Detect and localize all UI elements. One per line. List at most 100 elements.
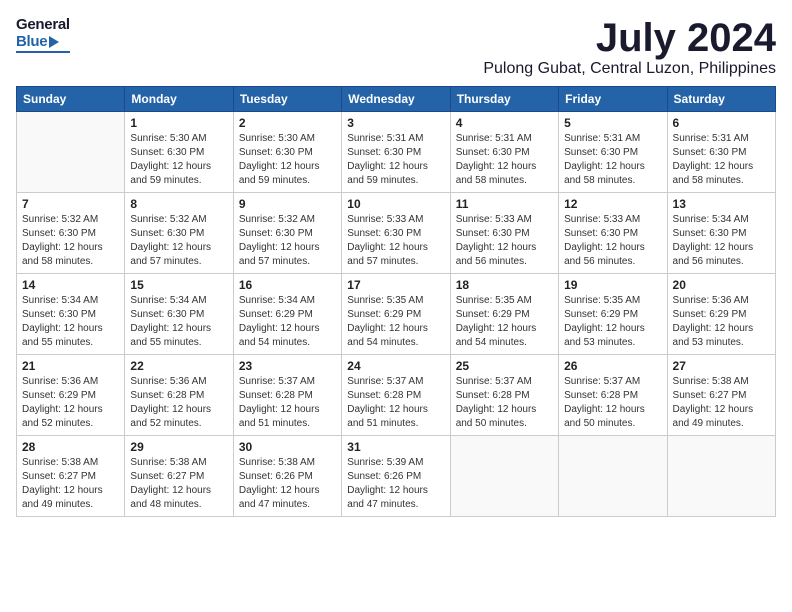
day-header-friday: Friday <box>559 87 667 112</box>
calendar-cell: 1 Sunrise: 5:30 AM Sunset: 6:30 PM Daylig… <box>125 112 233 193</box>
day-number: 29 <box>130 440 227 454</box>
month-title: July 2024 <box>483 16 776 60</box>
day-header-saturday: Saturday <box>667 87 775 112</box>
calendar-cell: 12 Sunrise: 5:33 AM Sunset: 6:30 PM Dayli… <box>559 193 667 274</box>
calendar-cell: 7 Sunrise: 5:32 AM Sunset: 6:30 PM Daylig… <box>17 193 125 274</box>
day-number: 26 <box>564 359 661 373</box>
logo: General Blue <box>16 16 70 53</box>
calendar-cell: 22Sunrise: 5:36 AM Sunset: 6:28 PM Dayli… <box>125 355 233 436</box>
calendar-cell: 25 Sunrise: 5:37 AM Sunset: 6:28 PM Dayli… <box>450 355 558 436</box>
day-header-monday: Monday <box>125 87 233 112</box>
day-info: Sunrise: 5:35 AM Sunset: 6:29 PM Dayligh… <box>347 294 444 350</box>
calendar-cell: 2 Sunrise: 5:30 AM Sunset: 6:30 PM Daylig… <box>233 112 341 193</box>
calendar-cell: 3Sunrise: 5:31 AM Sunset: 6:30 PM Daylig… <box>342 112 450 193</box>
calendar-cell: 10 Sunrise: 5:33 AM Sunset: 6:30 PM Dayli… <box>342 193 450 274</box>
calendar-cell: 21Sunrise: 5:36 AM Sunset: 6:29 PM Dayli… <box>17 355 125 436</box>
day-number: 20 <box>673 278 770 292</box>
day-info: Sunrise: 5:33 AM Sunset: 6:30 PM Dayligh… <box>456 213 553 269</box>
day-info: Sunrise: 5:34 AM Sunset: 6:30 PM Dayligh… <box>130 294 227 350</box>
calendar-cell: 5Sunrise: 5:31 AM Sunset: 6:30 PM Daylig… <box>559 112 667 193</box>
calendar-cell: 19 Sunrise: 5:35 AM Sunset: 6:29 PM Dayli… <box>559 274 667 355</box>
calendar-week-1: 1 Sunrise: 5:30 AM Sunset: 6:30 PM Daylig… <box>17 112 776 193</box>
location-title: Pulong Gubat, Central Luzon, Philippines <box>483 60 776 78</box>
calendar-cell: 15 Sunrise: 5:34 AM Sunset: 6:30 PM Dayli… <box>125 274 233 355</box>
calendar-cell <box>559 436 667 517</box>
day-number: 10 <box>347 197 444 211</box>
day-number: 16 <box>239 278 336 292</box>
day-number: 19 <box>564 278 661 292</box>
day-info: Sunrise: 5:30 AM Sunset: 6:30 PM Dayligh… <box>239 132 336 188</box>
day-number: 8 <box>130 197 227 211</box>
calendar-week-4: 21Sunrise: 5:36 AM Sunset: 6:29 PM Dayli… <box>17 355 776 436</box>
calendar-cell: 30Sunrise: 5:38 AM Sunset: 6:26 PM Dayli… <box>233 436 341 517</box>
logo-blue-text: Blue <box>16 33 47 50</box>
calendar-cell: 11 Sunrise: 5:33 AM Sunset: 6:30 PM Dayli… <box>450 193 558 274</box>
day-header-sunday: Sunday <box>17 87 125 112</box>
calendar-cell: 29 Sunrise: 5:38 AM Sunset: 6:27 PM Dayli… <box>125 436 233 517</box>
logo-blue-row: Blue <box>16 33 59 50</box>
logo-arrow-icon <box>49 36 59 48</box>
calendar-table: SundayMondayTuesdayWednesdayThursdayFrid… <box>16 86 776 517</box>
day-number: 24 <box>347 359 444 373</box>
day-number: 28 <box>22 440 119 454</box>
calendar-cell <box>667 436 775 517</box>
calendar-cell <box>450 436 558 517</box>
day-number: 14 <box>22 278 119 292</box>
day-info: Sunrise: 5:31 AM Sunset: 6:30 PM Dayligh… <box>456 132 553 188</box>
day-number: 1 <box>130 116 227 130</box>
day-info: Sunrise: 5:38 AM Sunset: 6:27 PM Dayligh… <box>673 375 770 431</box>
logo-general-text: General <box>16 16 70 33</box>
calendar-cell: 27 Sunrise: 5:38 AM Sunset: 6:27 PM Dayli… <box>667 355 775 436</box>
day-number: 25 <box>456 359 553 373</box>
day-number: 7 <box>22 197 119 211</box>
calendar-cell: 8Sunrise: 5:32 AM Sunset: 6:30 PM Daylig… <box>125 193 233 274</box>
calendar-cell <box>17 112 125 193</box>
day-info: Sunrise: 5:36 AM Sunset: 6:29 PM Dayligh… <box>673 294 770 350</box>
day-number: 30 <box>239 440 336 454</box>
calendar-cell: 17 Sunrise: 5:35 AM Sunset: 6:29 PM Dayli… <box>342 274 450 355</box>
day-number: 27 <box>673 359 770 373</box>
calendar-cell: 14 Sunrise: 5:34 AM Sunset: 6:30 PM Dayli… <box>17 274 125 355</box>
day-info: Sunrise: 5:38 AM Sunset: 6:27 PM Dayligh… <box>130 456 227 512</box>
day-number: 12 <box>564 197 661 211</box>
day-number: 13 <box>673 197 770 211</box>
day-info: Sunrise: 5:33 AM Sunset: 6:30 PM Dayligh… <box>347 213 444 269</box>
calendar-header-row: SundayMondayTuesdayWednesdayThursdayFrid… <box>17 87 776 112</box>
day-info: Sunrise: 5:38 AM Sunset: 6:27 PM Dayligh… <box>22 456 119 512</box>
day-header-thursday: Thursday <box>450 87 558 112</box>
day-info: Sunrise: 5:37 AM Sunset: 6:28 PM Dayligh… <box>456 375 553 431</box>
day-info: Sunrise: 5:33 AM Sunset: 6:30 PM Dayligh… <box>564 213 661 269</box>
calendar-cell: 16 Sunrise: 5:34 AM Sunset: 6:29 PM Dayli… <box>233 274 341 355</box>
day-header-wednesday: Wednesday <box>342 87 450 112</box>
day-number: 11 <box>456 197 553 211</box>
day-number: 15 <box>130 278 227 292</box>
day-number: 31 <box>347 440 444 454</box>
day-number: 2 <box>239 116 336 130</box>
day-info: Sunrise: 5:34 AM Sunset: 6:30 PM Dayligh… <box>22 294 119 350</box>
day-number: 9 <box>239 197 336 211</box>
day-info: Sunrise: 5:37 AM Sunset: 6:28 PM Dayligh… <box>239 375 336 431</box>
day-number: 18 <box>456 278 553 292</box>
calendar-cell: 28 Sunrise: 5:38 AM Sunset: 6:27 PM Dayli… <box>17 436 125 517</box>
day-info: Sunrise: 5:35 AM Sunset: 6:29 PM Dayligh… <box>456 294 553 350</box>
calendar-cell: 23 Sunrise: 5:37 AM Sunset: 6:28 PM Dayli… <box>233 355 341 436</box>
calendar-cell: 24 Sunrise: 5:37 AM Sunset: 6:28 PM Dayli… <box>342 355 450 436</box>
calendar-week-2: 7 Sunrise: 5:32 AM Sunset: 6:30 PM Daylig… <box>17 193 776 274</box>
logo-box: General Blue <box>16 16 70 53</box>
calendar-cell: 18 Sunrise: 5:35 AM Sunset: 6:29 PM Dayli… <box>450 274 558 355</box>
day-info: Sunrise: 5:34 AM Sunset: 6:29 PM Dayligh… <box>239 294 336 350</box>
day-number: 23 <box>239 359 336 373</box>
calendar-cell: 9Sunrise: 5:32 AM Sunset: 6:30 PM Daylig… <box>233 193 341 274</box>
day-number: 17 <box>347 278 444 292</box>
day-info: Sunrise: 5:30 AM Sunset: 6:30 PM Dayligh… <box>130 132 227 188</box>
day-info: Sunrise: 5:31 AM Sunset: 6:30 PM Dayligh… <box>673 132 770 188</box>
calendar-cell: 20 Sunrise: 5:36 AM Sunset: 6:29 PM Dayli… <box>667 274 775 355</box>
calendar-cell: 13Sunrise: 5:34 AM Sunset: 6:30 PM Dayli… <box>667 193 775 274</box>
day-info: Sunrise: 5:36 AM Sunset: 6:29 PM Dayligh… <box>22 375 119 431</box>
day-info: Sunrise: 5:32 AM Sunset: 6:30 PM Dayligh… <box>22 213 119 269</box>
day-number: 6 <box>673 116 770 130</box>
calendar-cell: 4Sunrise: 5:31 AM Sunset: 6:30 PM Daylig… <box>450 112 558 193</box>
day-number: 3 <box>347 116 444 130</box>
day-info: Sunrise: 5:37 AM Sunset: 6:28 PM Dayligh… <box>347 375 444 431</box>
day-info: Sunrise: 5:35 AM Sunset: 6:29 PM Dayligh… <box>564 294 661 350</box>
